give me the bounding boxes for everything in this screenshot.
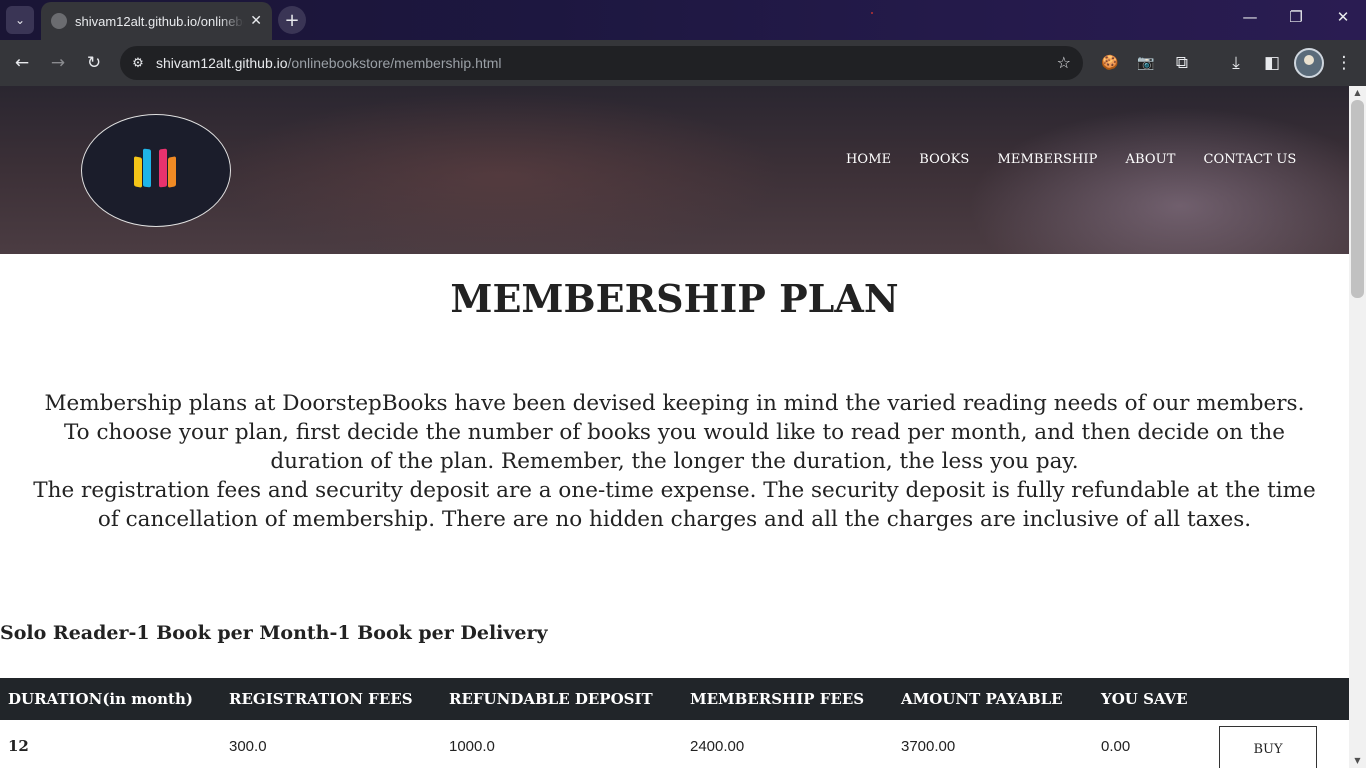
cell-duration: 12 (8, 737, 29, 755)
back-button[interactable]: ← (10, 51, 34, 75)
table-header-row: DURATION(in month) REGISTRATION FEES REF… (0, 678, 1349, 720)
col-amount-payable: AMOUNT PAYABLE (893, 678, 1093, 720)
address-url[interactable]: shivam12alt.github.io/onlinebookstore/me… (156, 55, 502, 71)
intro-line: Membership plans at DoorstepBooks have b… (44, 391, 1305, 416)
nav-membership-link[interactable]: MEMBERSHIP (997, 152, 1097, 167)
cell-you-save: 0.00 (1101, 737, 1131, 755)
nav-home-link[interactable]: HOME (846, 152, 891, 167)
buy-button[interactable]: BUY (1219, 726, 1317, 768)
close-window-icon[interactable]: ✕ (1331, 8, 1355, 26)
col-duration: DURATION(in month) (0, 678, 221, 720)
cell-action: BUY (1211, 720, 1349, 768)
scrollbar-thumb[interactable] (1351, 100, 1364, 298)
page-title: MEMBERSHIP PLAN (450, 276, 899, 321)
intro-line: of cancellation of membership. There are… (97, 507, 1252, 532)
cell-registration-fees: 300.0 (229, 737, 267, 755)
tab-favicon-icon (51, 13, 67, 29)
open-book-logo-icon (132, 148, 180, 191)
col-you-save: YOU SAVE (1093, 678, 1211, 720)
tab-close-icon[interactable]: ✕ (250, 13, 262, 29)
cell-membership-fees: 2400.00 (690, 737, 745, 755)
tab-search-dropdown-icon[interactable]: ⌄ (6, 6, 34, 34)
col-membership-fees: MEMBERSHIP FEES (682, 678, 893, 720)
side-panel-icon[interactable]: ◧ (1260, 51, 1284, 75)
browser-toolbar: ← → ↻ ⚙ shivam12alt.github.io/onlinebook… (0, 40, 1366, 86)
nav-books-link[interactable]: BOOKS (919, 152, 969, 167)
cookie-extension-icon[interactable]: 🍪 (1098, 51, 1122, 75)
page-scrollbar[interactable]: ▲ ▼ (1349, 86, 1366, 768)
main-nav: HOME BOOKS MEMBERSHIP ABOUT CONTACT US (846, 152, 1296, 167)
forward-button[interactable]: → (46, 51, 70, 75)
minimize-window-icon[interactable]: — (1238, 8, 1262, 26)
col-registration-fees: REGISTRATION FEES (221, 678, 441, 720)
site-logo[interactable] (81, 114, 231, 227)
scroll-down-arrow-icon[interactable]: ▼ (1349, 754, 1366, 768)
logo-page-pink (159, 148, 167, 188)
intro-line: The registration fees and security depos… (33, 478, 1316, 503)
browser-tab-active[interactable]: shivam12alt.github.io/onlinebookstore/me… (41, 2, 272, 40)
table-row: 12 300.0 1000.0 2400.00 3700.00 0.00 BUY (0, 720, 1349, 768)
address-bar[interactable]: ⚙ shivam12alt.github.io/onlinebookstore/… (120, 46, 1083, 80)
new-tab-button[interactable]: + (278, 6, 306, 34)
plan-table: DURATION(in month) REGISTRATION FEES REF… (0, 678, 1349, 768)
restore-window-icon[interactable]: ❐ (1284, 8, 1308, 26)
reload-button[interactable]: ↻ (82, 51, 106, 75)
logo-page-yellow (134, 156, 142, 188)
cell-amount-payable: 3700.00 (901, 737, 956, 755)
profile-avatar[interactable] (1294, 48, 1324, 78)
background-star (871, 12, 873, 14)
intro-line: duration of the plan. Remember, the long… (270, 449, 1079, 474)
tab-title: shivam12alt.github.io/onlinebookstore/me… (75, 13, 244, 29)
plan-heading: Solo Reader-1 Book per Month-1 Book per … (0, 622, 548, 644)
site-header: HOME BOOKS MEMBERSHIP ABOUT CONTACT US (0, 86, 1349, 254)
nav-contact-link[interactable]: CONTACT US (1203, 152, 1296, 167)
browser-tab-strip: ⌄ shivam12alt.github.io/onlinebookstore/… (0, 0, 1366, 40)
browser-menu-icon[interactable]: ⋮ (1332, 51, 1356, 75)
page-viewport: HOME BOOKS MEMBERSHIP ABOUT CONTACT US M… (0, 86, 1349, 768)
download-icon[interactable]: ⤓ (1224, 51, 1248, 75)
logo-page-orange (168, 156, 176, 188)
intro-line: To choose your plan, first decide the nu… (64, 420, 1285, 445)
membership-intro: Membership plans at DoorstepBooks have b… (0, 389, 1349, 534)
logo-page-blue (143, 148, 151, 188)
scroll-up-arrow-icon[interactable]: ▲ (1349, 86, 1366, 100)
extensions-puzzle-icon[interactable]: ⧉ (1170, 51, 1194, 75)
site-info-icon[interactable]: ⚙ (120, 56, 156, 71)
col-refundable-deposit: REFUNDABLE DEPOSIT (441, 678, 682, 720)
bookmark-star-icon[interactable]: ☆ (1057, 53, 1071, 72)
nav-about-link[interactable]: ABOUT (1126, 152, 1176, 167)
url-path: /onlinebookstore/membership.html (287, 55, 502, 71)
camera-extension-icon[interactable]: 📷 (1134, 51, 1158, 75)
url-host: shivam12alt.github.io (156, 55, 288, 71)
col-action (1211, 678, 1349, 720)
cell-refundable-deposit: 1000.0 (449, 737, 495, 755)
